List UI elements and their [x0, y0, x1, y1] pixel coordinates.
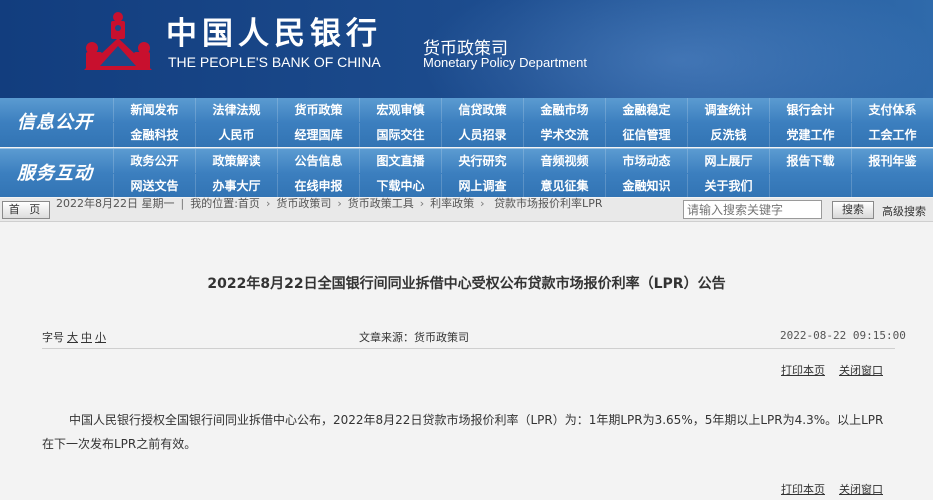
- info-nav-grid: 新闻发布 法律法规 货币政策 宏观审慎 信贷政策 金融市场 金融稳定 调查统计 …: [113, 98, 933, 147]
- nav-item-market-dynamics[interactable]: 市场动态: [605, 149, 687, 173]
- bank-name-en: THE PEOPLE'S BANK OF CHINA: [168, 54, 381, 70]
- nav-item-research[interactable]: 央行研究: [441, 149, 523, 173]
- nav-item-policy-interpretation[interactable]: 政策解读: [195, 149, 277, 173]
- nav-item-online-filing[interactable]: 在线申报: [277, 174, 359, 198]
- nav-item-financial-knowledge[interactable]: 金融知识: [605, 174, 687, 198]
- nav-item-credit-reference[interactable]: 征信管理: [605, 123, 687, 147]
- nav-item-download-center[interactable]: 下载中心: [359, 174, 441, 198]
- font-size-selector: 字号大中小: [42, 329, 106, 345]
- info-disclosure-nav: 信息公开 新闻发布 法律法规 货币政策 宏观审慎 信贷政策 金融市场 金融稳定 …: [0, 98, 933, 147]
- article-title: 2022年8月22日全国银行间同业拆借中心受权公布贷款市场报价利率（LPR）公告: [207, 276, 726, 292]
- department-name-en: Monetary Policy Department: [423, 55, 588, 70]
- breadcrumb-item[interactable]: 货币政策司: [276, 197, 331, 210]
- nav-item-government-affairs[interactable]: 政务公开: [113, 149, 195, 173]
- article-source: 文章来源：货币政策司: [359, 331, 469, 344]
- chevron-right-icon: ›: [337, 197, 342, 210]
- nav-item-announcements[interactable]: 公告信息: [277, 149, 359, 173]
- service-interaction-label: 服务互动: [17, 163, 93, 184]
- font-size-small-link[interactable]: 小: [95, 331, 106, 344]
- close-window-link[interactable]: 关闭窗口: [839, 364, 883, 377]
- service-nav-grid: 政务公开 政策解读 公告信息 图文直播 央行研究 音频视频 市场动态 网上展厅 …: [113, 149, 933, 198]
- nav-item-party-building[interactable]: 党建工作: [769, 123, 851, 147]
- nav-item-report-download[interactable]: 报告下载: [769, 149, 851, 173]
- home-button[interactable]: 首 页: [2, 201, 50, 219]
- nav-item-anti-money-laundering[interactable]: 反洗钱: [687, 123, 769, 147]
- chevron-right-icon: ›: [480, 197, 485, 210]
- nav-item-news[interactable]: 新闻发布: [113, 98, 195, 122]
- nav-item-international[interactable]: 国际交往: [359, 123, 441, 147]
- nav-item-laws[interactable]: 法律法规: [195, 98, 277, 122]
- nav-item-financial-markets[interactable]: 金融市场: [523, 98, 605, 122]
- nav-item-yearbooks[interactable]: 报刊年鉴: [851, 149, 933, 173]
- article-body: 中国人民银行授权全国银行间同业拆借中心公布，2022年8月22日贷款市场报价利率…: [42, 413, 884, 451]
- nav-item-online-exhibition[interactable]: 网上展厅: [687, 149, 769, 173]
- chevron-right-icon: ›: [265, 197, 271, 210]
- current-date: 2022年8月22日 星期一: [56, 197, 175, 210]
- chevron-right-icon: ›: [419, 197, 425, 210]
- close-window-link[interactable]: 关闭窗口: [839, 483, 883, 496]
- search-button[interactable]: 搜索: [832, 201, 874, 219]
- site-header: 中国人民银行 THE PEOPLE'S BANK OF CHINA 货币政策司 …: [0, 0, 933, 98]
- nav-item-credit-policy[interactable]: 信贷政策: [441, 98, 523, 122]
- breadcrumb: 2022年8月22日 星期一 | 我的位置:首页 › 货币政策司 › 货币政策工具 › 利率政策…: [56, 197, 676, 210]
- breadcrumb-item[interactable]: 利率政策: [430, 197, 474, 210]
- font-size-medium-link[interactable]: 中: [81, 331, 92, 344]
- nav-item-fintech[interactable]: 金融科技: [113, 123, 195, 147]
- article-tools-bottom: 打印本页 关闭窗口: [781, 481, 883, 497]
- nav-item-statistics[interactable]: 调查统计: [687, 98, 769, 122]
- nav-item-recruitment[interactable]: 人员招录: [441, 123, 523, 147]
- article-tools-top: 打印本页 关闭窗口: [781, 362, 883, 378]
- font-size-large-link[interactable]: 大: [67, 331, 78, 344]
- nav-item-monetary-policy[interactable]: 货币政策: [277, 98, 359, 122]
- nav-item-empty: [769, 174, 851, 198]
- service-interaction-nav: 服务互动 政务公开 政策解读 公告信息 图文直播 央行研究 音频视频 市场动态 …: [0, 148, 933, 198]
- nav-item-empty: [851, 174, 933, 198]
- nav-item-trade-union[interactable]: 工会工作: [851, 123, 933, 147]
- nav-item-service-hall[interactable]: 办事大厅: [195, 174, 277, 198]
- breadcrumb-item[interactable]: 货币政策工具: [348, 197, 414, 210]
- breadcrumb-item-current[interactable]: 贷款市场报价利率LPR: [494, 197, 602, 210]
- nav-item-online-survey[interactable]: 网上调查: [441, 174, 523, 198]
- print-page-link[interactable]: 打印本页: [781, 364, 825, 377]
- article-container: 2022年8月22日全国银行间同业拆借中心受权公布贷款市场报价利率（LPR）公告…: [0, 240, 933, 500]
- pboc-emblem-icon[interactable]: [78, 10, 158, 77]
- location-label[interactable]: 我的位置:首页: [190, 197, 260, 210]
- nav-item-treasury[interactable]: 经理国库: [277, 123, 359, 147]
- nav-item-academic[interactable]: 学术交流: [523, 123, 605, 147]
- nav-item-about-us[interactable]: 关于我们: [687, 174, 769, 198]
- nav-item-macroprudential[interactable]: 宏观审慎: [359, 98, 441, 122]
- breadcrumb-bar: 首 页 2022年8月22日 星期一 | 我的位置:首页 › 货币政策司 › 货币政策工具 ›…: [0, 197, 933, 222]
- breadcrumb-separator: |: [180, 197, 185, 210]
- font-size-label: 字号: [42, 331, 64, 344]
- bank-name-cn: 中国人民银行: [166, 16, 382, 52]
- search-input[interactable]: [683, 200, 822, 219]
- nav-item-audio-video[interactable]: 音频视频: [523, 149, 605, 173]
- print-page-link[interactable]: 打印本页: [781, 483, 825, 496]
- nav-item-opinion-collection[interactable]: 意见征集: [523, 174, 605, 198]
- advanced-search-link[interactable]: 高级搜索: [882, 203, 926, 219]
- nav-item-financial-stability[interactable]: 金融稳定: [605, 98, 687, 122]
- info-disclosure-label: 信息公开: [17, 112, 93, 133]
- nav-item-live-broadcast[interactable]: 图文直播: [359, 149, 441, 173]
- divider: [42, 348, 895, 349]
- nav-item-rmb[interactable]: 人民币: [195, 123, 277, 147]
- nav-item-notices[interactable]: 网送文告: [113, 174, 195, 198]
- nav-item-accounting[interactable]: 银行会计: [769, 98, 851, 122]
- nav-item-payment[interactable]: 支付体系: [851, 98, 933, 122]
- article-datetime: 2022-08-22 09:15:00: [780, 329, 906, 342]
